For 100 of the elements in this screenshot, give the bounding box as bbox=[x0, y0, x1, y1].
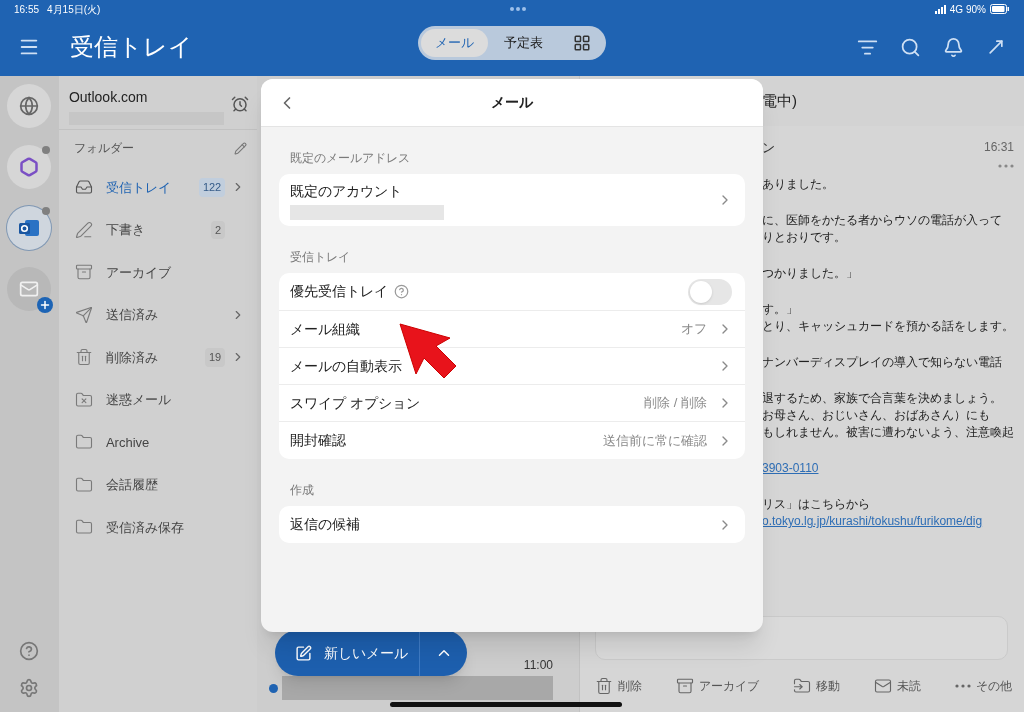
folder-label: 受信トレイ bbox=[105, 178, 172, 197]
folder-item[interactable]: 送信済み bbox=[58, 293, 258, 336]
view-tab[interactable]: 予定表 bbox=[490, 29, 557, 57]
body-link[interactable]: 3903-0110 bbox=[762, 460, 1014, 477]
add-icon bbox=[37, 297, 54, 313]
section-heading: 作成 bbox=[289, 482, 315, 499]
row-label: 返信の候補 bbox=[290, 515, 361, 534]
globe-icon bbox=[19, 96, 40, 116]
folder-label: 削除済み bbox=[105, 348, 159, 367]
message-time: 16:31 bbox=[983, 139, 1014, 156]
folder-item[interactable]: 会話履歴 bbox=[58, 463, 258, 506]
more-icon bbox=[955, 684, 971, 688]
body-text: ありました。 bbox=[762, 176, 835, 193]
row-label: 優先受信トレイ bbox=[290, 282, 388, 301]
sender-name: ン bbox=[762, 139, 776, 157]
action-icon bbox=[874, 677, 892, 695]
toolbar-button[interactable]: 未読 bbox=[874, 677, 921, 695]
action-icon bbox=[676, 677, 694, 695]
signal-icon bbox=[934, 4, 947, 14]
mail-app-logo-icon bbox=[18, 218, 41, 238]
folder-label: 送信済み bbox=[105, 306, 159, 324]
body-text: す。」 bbox=[762, 301, 799, 318]
folder-label: 受信済み保存 bbox=[105, 518, 185, 537]
toolbar-button[interactable]: アーカイブ bbox=[676, 677, 759, 695]
mail-icon bbox=[19, 279, 40, 299]
alarm-clock-icon[interactable] bbox=[231, 95, 250, 113]
view-tab[interactable]: メール bbox=[421, 29, 488, 57]
toolbar-button[interactable]: その他 bbox=[955, 677, 1012, 695]
toggle-switch[interactable] bbox=[688, 278, 732, 305]
row-value: 送信前に常に確認 bbox=[603, 431, 707, 450]
folder-item[interactable]: 迷惑メール bbox=[58, 378, 258, 421]
expand-icon[interactable] bbox=[986, 37, 1006, 57]
folder-label: Archive bbox=[105, 433, 151, 452]
page-title: 受信トレイ bbox=[70, 32, 193, 62]
settings-row[interactable]: 返信の候補 bbox=[279, 506, 745, 543]
bell-icon[interactable] bbox=[943, 36, 964, 58]
toolbar-button[interactable]: 削除 bbox=[595, 677, 642, 695]
folder-item[interactable]: 下書き 2 bbox=[58, 208, 258, 251]
settings-icon[interactable] bbox=[19, 678, 40, 698]
battery-icon bbox=[990, 4, 1010, 14]
row-value: 削除 / 削除 bbox=[644, 394, 707, 413]
dialog-title: メール bbox=[491, 93, 533, 112]
folder-label: アーカイブ bbox=[105, 263, 172, 282]
battery-label: 90% bbox=[966, 2, 986, 17]
row-value: オフ bbox=[681, 320, 707, 339]
status-date: 4月15日(火) bbox=[47, 2, 101, 17]
settings-row[interactable]: 既定のアカウント bbox=[279, 174, 745, 226]
body-link[interactable]: o.tokyo.lg.jp/kurashi/tokushu/furikome/dig bbox=[762, 513, 1014, 530]
row-label: 既定のアカウント bbox=[290, 181, 403, 201]
folder-item[interactable]: Archive bbox=[58, 421, 258, 464]
settings-row[interactable]: スワイプ オプション 削除 / 削除 bbox=[279, 385, 745, 422]
settings-row[interactable]: 開封確認 送信前に常に確認 bbox=[279, 422, 745, 459]
account-button[interactable] bbox=[7, 84, 52, 128]
folders-heading: フォルダー bbox=[73, 140, 135, 157]
folder-label: 会話履歴 bbox=[105, 476, 159, 494]
apps-grid-icon[interactable] bbox=[573, 34, 591, 52]
row-label: スワイプ オプション bbox=[290, 393, 421, 413]
network-label: 4G bbox=[949, 2, 963, 17]
row-label: 開封確認 bbox=[290, 431, 347, 450]
action-icon bbox=[793, 677, 811, 695]
help-icon[interactable] bbox=[394, 284, 409, 299]
new-mail-button[interactable]: 新しいメール bbox=[275, 630, 468, 676]
unread-count: 2 bbox=[211, 220, 226, 239]
account-button[interactable] bbox=[7, 206, 52, 250]
section-heading: 受信トレイ bbox=[289, 249, 351, 266]
folder-item[interactable]: アーカイブ bbox=[58, 251, 258, 294]
body-text: りとおりです。 bbox=[762, 229, 847, 246]
body-text: もしれません。被害に遭わないよう、注意喚起 bbox=[762, 424, 1014, 441]
more-dots-icon bbox=[509, 7, 526, 11]
folder-label: 下書き bbox=[105, 221, 146, 239]
message-subject: 電中) bbox=[762, 90, 797, 111]
more-icon[interactable] bbox=[998, 164, 1014, 168]
section-heading: 既定のメールアドレス bbox=[289, 150, 411, 167]
body-text: お母さん、おじいさん、おばあさん）にも bbox=[762, 407, 991, 424]
body-text: ナンバーディスプレイの導入で知らない電話 bbox=[762, 354, 1003, 371]
unread-count: 122 bbox=[198, 178, 226, 197]
toolbar-button[interactable]: 移動 bbox=[793, 677, 840, 695]
body-text: 退するため、家族で合言葉を決めましょう。 bbox=[762, 390, 1003, 407]
row-label: メールの自動表示 bbox=[290, 356, 403, 376]
action-icon bbox=[595, 677, 613, 695]
help-icon[interactable] bbox=[19, 641, 40, 661]
folder-item[interactable]: 削除済み 19 bbox=[58, 336, 258, 379]
status-time: 16:55 bbox=[14, 2, 40, 17]
folder-label: 迷惑メール bbox=[105, 391, 172, 409]
search-icon[interactable] bbox=[900, 36, 921, 58]
unread-count: 19 bbox=[205, 348, 226, 367]
body-text: とり、キャッシュカードを預かる話をします。 bbox=[762, 318, 1014, 335]
body-text: つかりました。」 bbox=[762, 265, 859, 282]
message-time: 11:00 bbox=[523, 657, 553, 674]
body-text: リス」はこちらから bbox=[762, 496, 871, 513]
compose-icon bbox=[295, 644, 313, 662]
hexagon-logo-icon bbox=[19, 157, 40, 177]
account-button[interactable] bbox=[7, 145, 52, 189]
body-text: に、医師をかたる者からウソの電話が入って bbox=[762, 212, 1003, 229]
folder-item[interactable]: 受信トレイ 122 bbox=[58, 166, 258, 209]
folder-item[interactable]: 受信済み保存 bbox=[58, 506, 258, 549]
edit-icon[interactable] bbox=[234, 141, 248, 155]
account-button[interactable] bbox=[7, 267, 52, 311]
account-name: Outlook.com bbox=[68, 88, 149, 107]
row-label: メール組織 bbox=[290, 319, 361, 339]
